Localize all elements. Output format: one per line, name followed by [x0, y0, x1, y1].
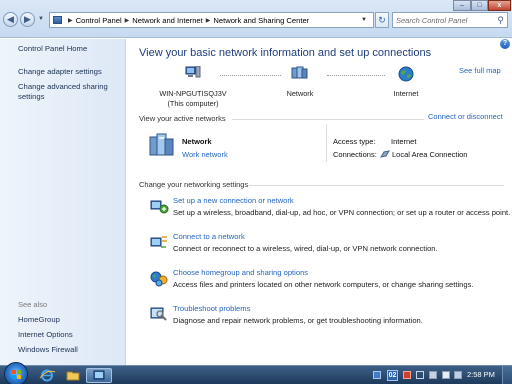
tray-network-icon[interactable]: [429, 371, 437, 379]
start-button[interactable]: [4, 362, 28, 384]
forward-arrow-icon: ▶: [24, 14, 31, 24]
map-network[interactable]: Network: [275, 66, 325, 99]
show-desktop-button[interactable]: [502, 366, 512, 384]
forward-button[interactable]: ▶: [20, 12, 35, 27]
map-network-label: Network: [286, 89, 314, 98]
internet-explorer-icon: [39, 369, 56, 382]
work-network-icon[interactable]: [149, 133, 175, 157]
maximize-button[interactable]: □: [471, 0, 488, 11]
page-title: View your basic network information and …: [139, 47, 432, 59]
help-icon[interactable]: ?: [500, 39, 510, 49]
connect-to-network-link[interactable]: Connect to a network: [173, 232, 245, 241]
map-computer-caption: (This computer): [167, 99, 219, 108]
task-description: Diagnose and repair network problems, or…: [173, 316, 423, 325]
sidebar-item-windows-firewall[interactable]: Windows Firewall: [18, 345, 78, 355]
sidebar-item-control-panel-home[interactable]: Control Panel Home: [18, 44, 87, 54]
section-divider: [249, 185, 504, 186]
breadcrumb-chevron-icon[interactable]: ▶: [68, 17, 73, 24]
access-type-label: Access type:: [333, 137, 376, 146]
access-type-value: Internet: [391, 137, 417, 146]
tray-keyboard-icon[interactable]: [373, 371, 381, 379]
troubleshoot-problems-link[interactable]: Troubleshoot problems: [173, 304, 250, 313]
taskbar-internet-explorer[interactable]: [34, 368, 60, 383]
task-description: Set up a wireless, broadband, dial-up, a…: [173, 208, 511, 217]
connect-network-icon: [150, 236, 167, 248]
homegroup-sharing-link[interactable]: Choose homegroup and sharing options: [173, 268, 308, 277]
task-description: Connect or reconnect to a wireless, wire…: [173, 244, 438, 253]
see-full-map-link[interactable]: See full map: [459, 66, 501, 75]
taskbar: 02 2:58 PM: [0, 362, 512, 384]
breadcrumb-chevron-icon[interactable]: ▶: [206, 17, 211, 24]
homegroup-icon: [150, 271, 168, 287]
taskbar-control-panel[interactable]: [86, 368, 112, 383]
control-panel-icon: [53, 16, 62, 24]
main-content: ? View your basic network information an…: [127, 39, 512, 365]
map-internet[interactable]: Internet: [381, 66, 431, 99]
taskbar-clock[interactable]: 2:58 PM: [467, 370, 495, 379]
breadcrumb-chevron-icon[interactable]: ▶: [125, 17, 130, 24]
connections-label: Connections:: [333, 150, 377, 159]
map-internet-label: Internet: [393, 89, 419, 98]
sidebar-item-change-advanced-sharing-settings[interactable]: Change advanced sharing settings: [18, 82, 118, 102]
search-input[interactable]: [393, 13, 493, 27]
breadcrumb-network-and-sharing-center[interactable]: Network and Sharing Center: [213, 16, 309, 25]
map-connector-line: [327, 75, 385, 76]
folder-icon: [66, 371, 80, 381]
tray-action-center-icon[interactable]: [416, 371, 424, 379]
computer-icon: [185, 65, 201, 78]
tray-power-icon[interactable]: [454, 371, 462, 379]
troubleshoot-icon: [150, 307, 167, 321]
networking-settings-heading: Change your networking settings: [139, 180, 249, 189]
windows-logo-icon: [12, 370, 21, 379]
network-icon: [291, 66, 308, 79]
language-indicator[interactable]: 02: [387, 370, 398, 381]
recent-pages-dropdown[interactable]: ▼: [38, 16, 44, 22]
active-network-name: Network: [182, 137, 212, 146]
see-also-heading: See also: [18, 300, 48, 309]
refresh-icon: ↻: [378, 15, 386, 25]
search-icon[interactable]: ⚲: [497, 15, 504, 26]
address-dropdown-icon[interactable]: ▼: [361, 17, 367, 23]
network-type-link[interactable]: Work network: [182, 150, 228, 159]
ethernet-icon: [380, 150, 390, 158]
sidebar: Control Panel Home Change adapter settin…: [0, 39, 126, 365]
setup-new-connection-link[interactable]: Set up a new connection or network: [173, 196, 294, 205]
refresh-button[interactable]: ↻: [375, 12, 389, 28]
sidebar-item-change-adapter-settings[interactable]: Change adapter settings: [18, 67, 102, 77]
local-area-connection-link[interactable]: Local Area Connection: [392, 150, 467, 159]
close-button[interactable]: x: [488, 0, 511, 11]
map-connector-line: [220, 75, 281, 76]
map-this-computer[interactable]: WIN-NPGUTISQJ3V (This computer): [155, 65, 231, 109]
map-computer-name: WIN-NPGUTISQJ3V: [159, 89, 227, 98]
taskbar-explorer[interactable]: [60, 368, 86, 383]
task-description: Access files and printers located on oth…: [173, 280, 474, 289]
control-panel-taskbar-icon: [93, 370, 105, 380]
address-bar[interactable]: ▶ Control Panel ▶ Network and Internet ▶…: [49, 12, 374, 28]
search-box[interactable]: ⚲: [392, 12, 508, 28]
globe-icon: [398, 66, 414, 82]
section-divider: [232, 119, 424, 120]
vertical-divider: [326, 124, 327, 162]
new-connection-icon: [150, 200, 169, 214]
minimize-button[interactable]: –: [453, 0, 471, 11]
sidebar-item-homegroup[interactable]: HomeGroup: [18, 315, 60, 325]
active-networks-heading: View your active networks: [139, 114, 226, 123]
connect-or-disconnect-link[interactable]: Connect or disconnect: [428, 112, 503, 121]
tray-app-icon[interactable]: [403, 371, 411, 379]
sidebar-item-internet-options[interactable]: Internet Options: [18, 330, 73, 340]
back-arrow-icon: ◀: [7, 14, 14, 24]
breadcrumb-control-panel[interactable]: Control Panel: [76, 16, 122, 25]
tray-volume-icon[interactable]: [442, 371, 450, 379]
breadcrumb-network-and-internet[interactable]: Network and Internet: [132, 16, 203, 25]
address-toolbar: ◀ ▶ ▼ ▶ Control Panel ▶ Network and Inte…: [0, 0, 512, 38]
back-button[interactable]: ◀: [3, 12, 18, 27]
